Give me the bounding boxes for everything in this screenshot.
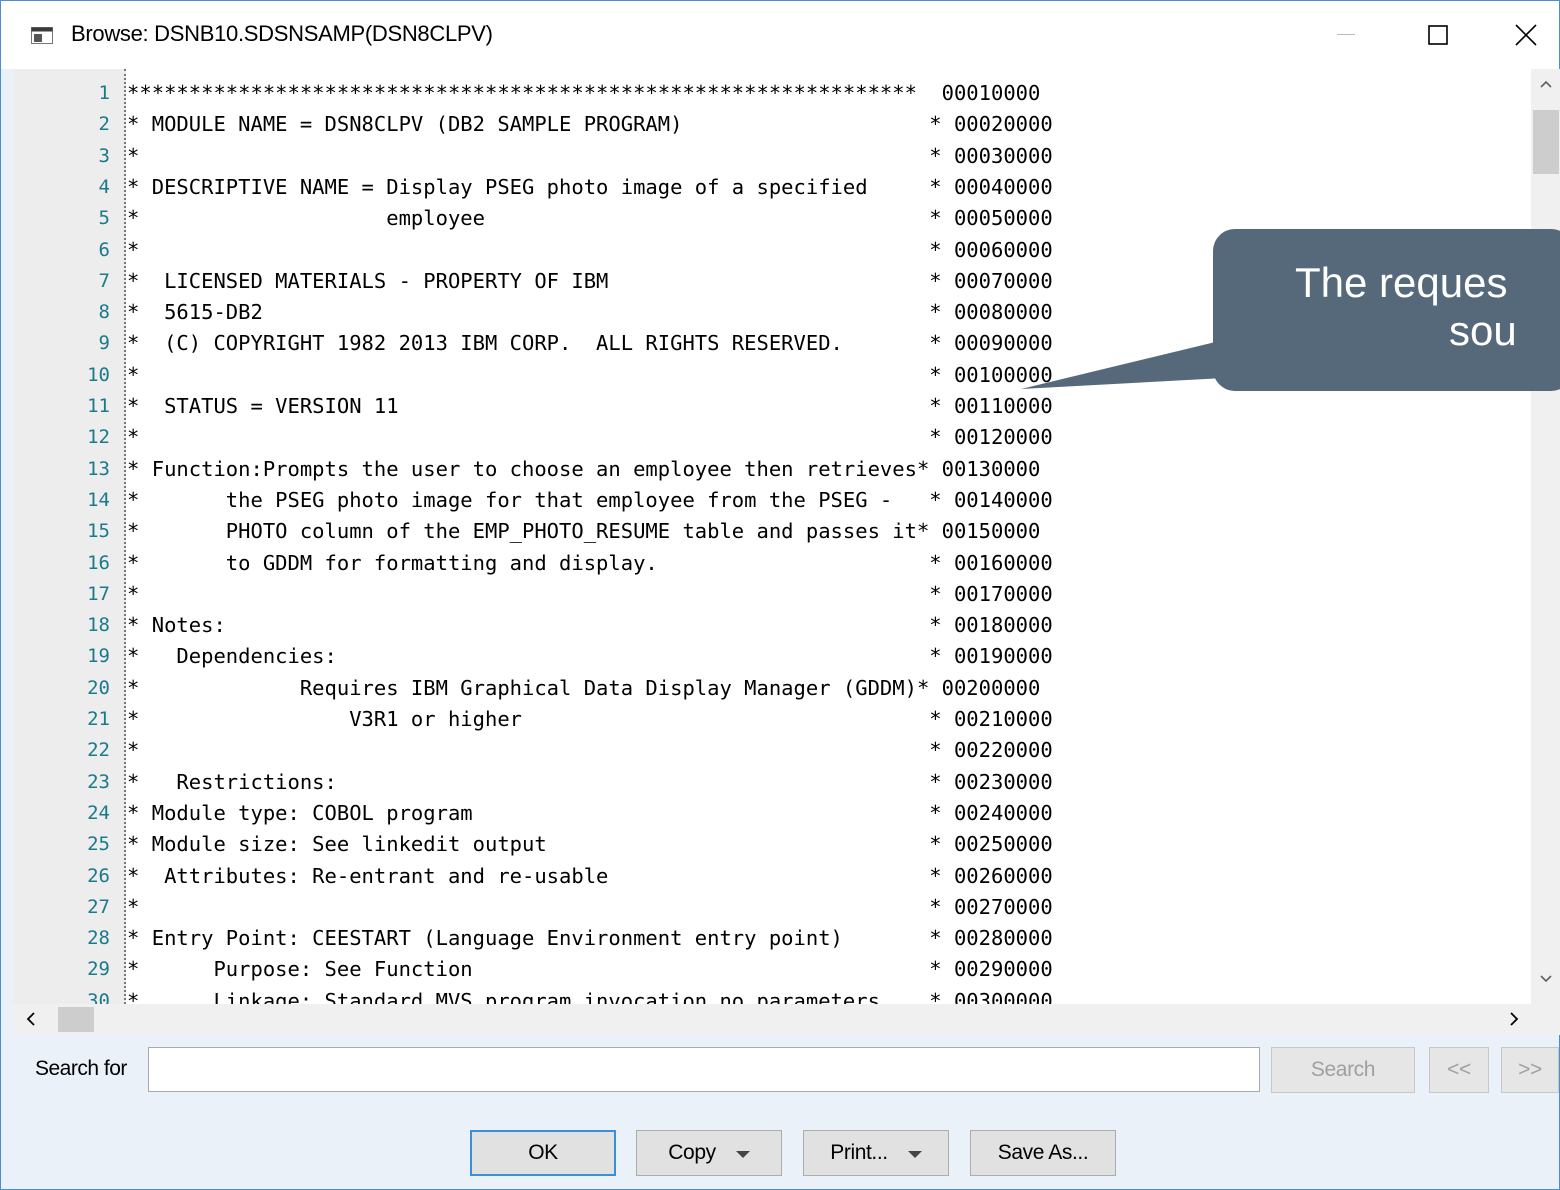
source-line: * 5615-DB2 * 00080000 [53, 300, 1053, 325]
source-line: * Restrictions: * 00230000 [53, 769, 1053, 794]
source-line: * * 00100000 [53, 362, 1053, 387]
source-line: * LICENSED MATERIALS - PROPERTY OF IBM *… [53, 268, 1053, 293]
save-as-button-label: Save As... [997, 1141, 1089, 1164]
dropdown-arrow-icon [735, 1150, 750, 1158]
copy-button-label: Copy [668, 1141, 716, 1164]
horizontal-scrollbar[interactable] [13, 1004, 1560, 1035]
ok-button-label: OK [528, 1141, 558, 1164]
source-line: * DESCRIPTIVE NAME = Display PSEG photo … [53, 174, 1053, 199]
copy-button[interactable]: Copy [636, 1130, 782, 1176]
chevron-down-icon [1540, 975, 1552, 983]
source-line: * (C) COPYRIGHT 1982 2013 IBM CORP. ALL … [53, 331, 1053, 356]
scroll-up-button[interactable] [1531, 79, 1560, 99]
source-line: * Entry Point: CEESTART (Language Enviro… [53, 926, 1053, 951]
source-line: * Purpose: See Function * 00290000 [53, 957, 1053, 982]
scroll-left-button[interactable] [25, 1010, 37, 1033]
source-line: * Dependencies: * 00190000 [53, 644, 1053, 669]
source-line: * MODULE NAME = DSN8CLPV (DB2 SAMPLE PRO… [53, 112, 1053, 137]
source-line: * employee * 00050000 [53, 206, 1053, 231]
app-window-icon [31, 27, 53, 44]
source-line: * * 00270000 [53, 894, 1053, 919]
search-button[interactable]: Search [1271, 1047, 1415, 1093]
minimize-button[interactable] [1301, 1, 1391, 69]
browse-window: Browse: DSNB10.SDSNSAMP(DSN8CLPV) 123456… [0, 0, 1560, 1190]
source-line: * PHOTO column of the EMP_PHOTO_RESUME t… [53, 519, 1041, 544]
find-previous-button[interactable]: << [1429, 1047, 1489, 1093]
chevron-left-icon [26, 1012, 35, 1026]
print-button[interactable]: Print... [803, 1130, 949, 1176]
source-line: * Requires IBM Graphical Data Display Ma… [53, 675, 1041, 700]
source-line: * * 00220000 [53, 738, 1053, 763]
source-line: * the PSEG photo image for that employee… [53, 487, 1053, 512]
title-bar: Browse: DSNB10.SDSNSAMP(DSN8CLPV) [1, 1, 1559, 69]
source-line: * Linkage: Standard MVS program invocati… [53, 988, 1053, 1004]
close-icon [1515, 24, 1537, 46]
horizontal-scroll-thumb[interactable] [58, 1007, 94, 1032]
callout-text-line2: sou [1449, 307, 1517, 354]
source-line: * Notes: * 00180000 [53, 613, 1053, 638]
print-button-label: Print... [830, 1141, 888, 1164]
source-line: * V3R1 or higher * 00210000 [53, 707, 1053, 731]
ok-button[interactable]: OK [470, 1130, 616, 1176]
save-as-button[interactable]: Save As... [970, 1130, 1116, 1176]
source-text-area[interactable]: 1 2 3 4 5 6 7 8 9 10 11 12 13 14 15 16 17 18 19 20 21 22 23 24 2… [13, 69, 1560, 1004]
source-line: * Function:Prompts the user to choose an… [53, 456, 1041, 481]
minimize-icon [1337, 34, 1355, 35]
find-next-button[interactable]: >> [1501, 1047, 1559, 1093]
chevron-right-icon [1510, 1012, 1519, 1026]
source-line: * to GDDM for formatting and display. * … [53, 550, 1053, 575]
source-line: * * 00060000 [53, 237, 1053, 262]
window-title: Browse: DSNB10.SDSNSAMP(DSN8CLPV) [71, 21, 493, 46]
scroll-down-button[interactable] [1531, 974, 1560, 994]
close-button[interactable] [1481, 1, 1560, 69]
source-line: * Module type: COBOL program * 00240000 [53, 800, 1053, 825]
search-input[interactable] [148, 1047, 1260, 1092]
tutorial-callout: The reques sou [1213, 229, 1560, 391]
dropdown-arrow-icon [907, 1150, 922, 1158]
maximize-icon [1428, 25, 1448, 45]
source-line: * Module size: See linkedit output * 002… [53, 832, 1053, 857]
source-line: ****************************************… [53, 81, 1041, 105]
vertical-scrollbar[interactable] [1531, 69, 1560, 1004]
scroll-right-button[interactable] [1508, 1010, 1520, 1033]
chevron-up-icon [1540, 80, 1552, 88]
search-label: Search for [35, 1057, 127, 1080]
callout-text-line1: The reques [1295, 259, 1508, 306]
source-line: * * 00170000 [53, 581, 1053, 606]
source-line: * STATUS = VERSION 11 * 00110000 [53, 394, 1053, 418]
source-line: * Attributes: Re-entrant and re-usable *… [53, 863, 1053, 888]
source-line: * * 00030000 [53, 143, 1053, 168]
vertical-scroll-thumb[interactable] [1533, 110, 1559, 174]
maximize-button[interactable] [1393, 1, 1483, 69]
source-line: * * 00120000 [53, 425, 1053, 450]
